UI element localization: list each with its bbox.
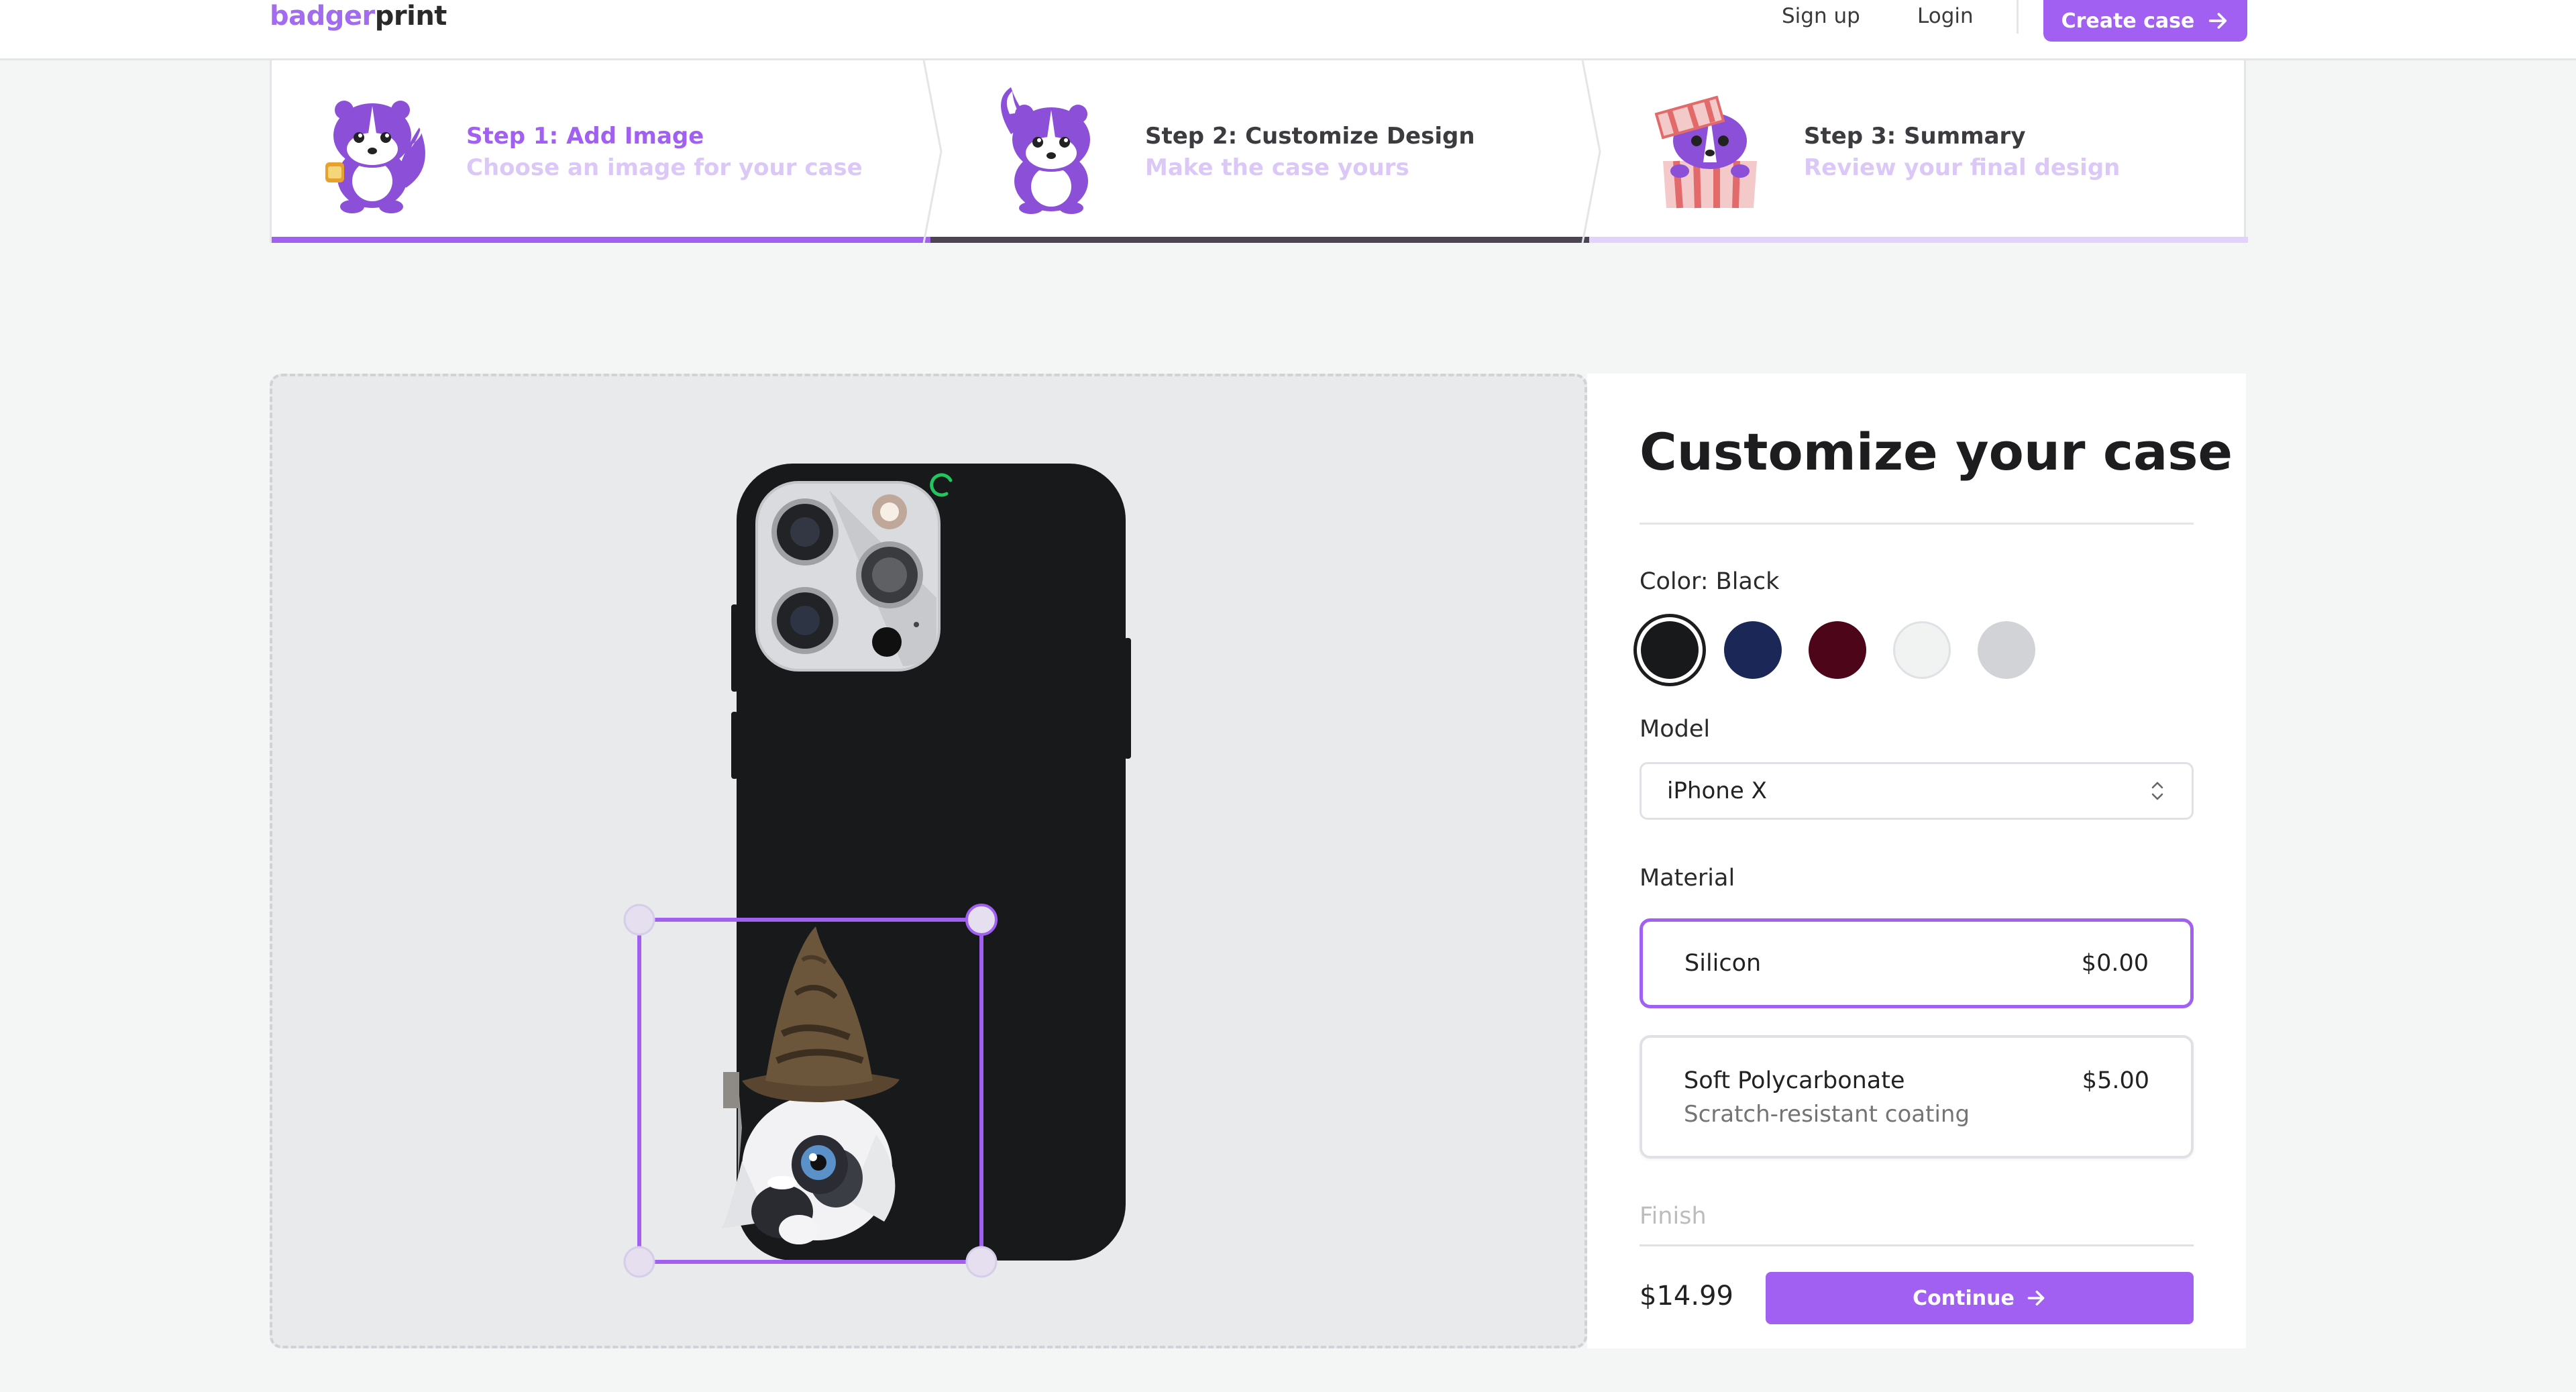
color-swatch-blue[interactable] bbox=[1724, 621, 1782, 679]
material-option-silicon[interactable]: Silicon $0.00 bbox=[1640, 918, 2194, 1008]
login-link[interactable]: Login bbox=[1917, 0, 1974, 34]
steps-progress: Step 1: Add Image Choose an image for yo… bbox=[270, 60, 2248, 243]
badger-mascot-icon bbox=[325, 101, 425, 213]
design-canvas[interactable] bbox=[270, 374, 1587, 1348]
badger-in-box-icon bbox=[1654, 95, 1757, 209]
resize-handle-top-left[interactable] bbox=[623, 904, 655, 936]
material-option-soft-polycarbonate[interactable]: Soft Polycarbonate $5.00 Scratch-resista… bbox=[1640, 1035, 2194, 1159]
step-progress-bar bbox=[930, 237, 1589, 243]
model-label: Model bbox=[1640, 716, 1711, 743]
resize-handle-bottom-left[interactable] bbox=[623, 1246, 655, 1278]
arrow-right-icon bbox=[2209, 13, 2227, 29]
camera-module bbox=[755, 481, 941, 672]
continue-label: Continue bbox=[1913, 1286, 2015, 1310]
panel-title: Customize your case bbox=[1640, 422, 2233, 482]
nav-divider bbox=[2017, 0, 2019, 34]
color-swatch-rose[interactable] bbox=[1809, 621, 1866, 679]
model-value: iPhone X bbox=[1667, 778, 1767, 804]
chevrons-up-down-icon bbox=[2151, 782, 2163, 800]
step-3: Step 3: Summary Review your final design bbox=[1589, 60, 2248, 243]
color-swatch-white[interactable] bbox=[1893, 621, 1951, 679]
step-title: Step 3: Summary bbox=[1804, 123, 2026, 150]
customize-panel: Customize your case Color: Black Model i… bbox=[1587, 374, 2246, 1348]
arrow-right-icon bbox=[2027, 1290, 2045, 1306]
create-case-label: Create case bbox=[2061, 9, 2195, 33]
resize-handle-bottom-right[interactable] bbox=[965, 1246, 998, 1278]
divider bbox=[1640, 523, 2194, 525]
step-title: Step 1: Add Image bbox=[466, 123, 704, 150]
step-title: Step 2: Customize Design bbox=[1145, 123, 1475, 150]
material-name: Silicon bbox=[1684, 950, 1762, 977]
material-price: $0.00 bbox=[2081, 950, 2149, 977]
material-name: Soft Polycarbonate bbox=[1684, 1067, 1905, 1094]
step-progress-bar bbox=[272, 237, 930, 243]
color-label: Color: Black bbox=[1640, 568, 1780, 595]
step-subtitle: Review your final design bbox=[1804, 154, 2121, 181]
step-subtitle: Make the case yours bbox=[1145, 154, 1409, 181]
finish-label: Finish bbox=[1640, 1203, 1707, 1230]
create-case-button[interactable]: Create case bbox=[2043, 0, 2247, 42]
phone-preview bbox=[623, 464, 1131, 1278]
step-2: Step 2: Customize Design Make the case y… bbox=[930, 60, 1589, 243]
color-swatch-gray[interactable] bbox=[1978, 621, 2035, 679]
signup-link[interactable]: Sign up bbox=[1782, 0, 1860, 34]
total-price: $14.99 bbox=[1640, 1281, 1733, 1311]
color-swatch-black[interactable] bbox=[1641, 621, 1699, 679]
divider bbox=[1640, 1244, 2194, 1246]
step-subtitle: Choose an image for your case bbox=[466, 154, 863, 181]
material-description: Scratch-resistant coating bbox=[1684, 1101, 1970, 1128]
material-price: $5.00 bbox=[2082, 1067, 2149, 1094]
material-label: Material bbox=[1640, 865, 1735, 892]
top-navbar: badgerprint Sign up Login Create case bbox=[0, 0, 2576, 60]
resize-handle-top-right[interactable] bbox=[965, 904, 998, 936]
model-select[interactable]: iPhone X bbox=[1640, 762, 2194, 820]
logo-part-badger: badger bbox=[270, 1, 375, 32]
badger-mascot-icon bbox=[1001, 87, 1090, 214]
step-1: Step 1: Add Image Choose an image for yo… bbox=[272, 60, 930, 243]
step-progress-bar bbox=[1589, 237, 2248, 243]
logo[interactable]: badgerprint bbox=[270, 0, 447, 35]
logo-part-print: print bbox=[374, 1, 447, 32]
continue-button[interactable]: Continue bbox=[1766, 1272, 2194, 1324]
